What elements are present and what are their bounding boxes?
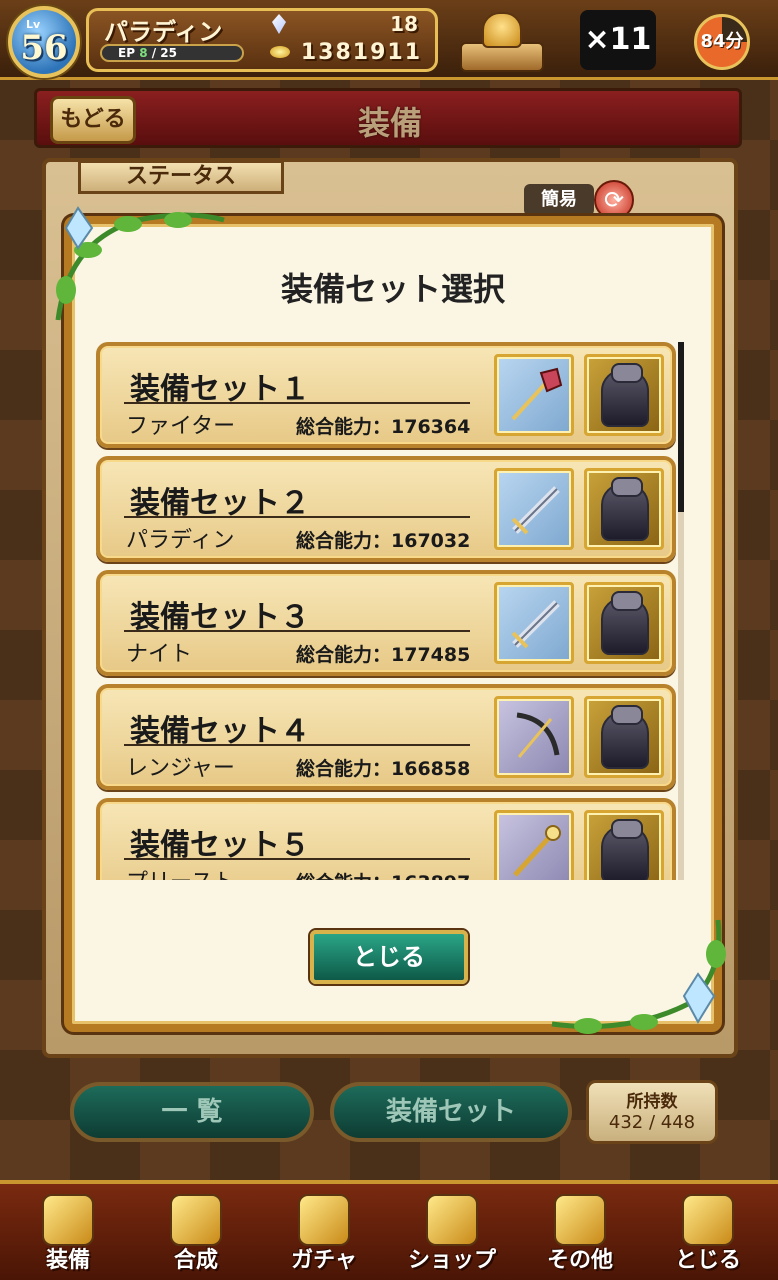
scroll-thumb[interactable] bbox=[678, 342, 684, 512]
power-value: 176364 bbox=[391, 416, 471, 438]
set-row[interactable]: 装備セット４ レンジャー 総合能力：166858 bbox=[96, 684, 676, 790]
divider bbox=[124, 630, 470, 632]
equipment-set-list[interactable]: 装備セット１ ファイター 総合能力：176364 装備セット２ パラディン 総合… bbox=[96, 338, 680, 880]
owned-count-box: 所持数 432 / 448 bbox=[586, 1080, 718, 1144]
gear-icon bbox=[554, 1194, 606, 1246]
set-job: パラディン bbox=[126, 528, 235, 553]
nav-label: その他 bbox=[546, 1248, 613, 1273]
nav-item-close[interactable]: とじる bbox=[648, 1190, 768, 1278]
ep-current: 8 bbox=[139, 46, 148, 60]
equipment-set-button[interactable]: 装備セット bbox=[330, 1082, 572, 1142]
nav-item-synthesis[interactable]: 合成 bbox=[136, 1190, 256, 1278]
nav-item-other[interactable]: その他 bbox=[520, 1190, 640, 1278]
armor-slot[interactable] bbox=[584, 354, 664, 436]
armor-icon bbox=[601, 477, 649, 541]
sword-icon bbox=[511, 600, 560, 649]
coin-icon bbox=[270, 46, 290, 58]
set-job: ナイト bbox=[126, 642, 193, 667]
set-job: ファイター bbox=[126, 414, 236, 439]
power-prefix: 総合能力： bbox=[296, 530, 392, 552]
weapon-slot[interactable] bbox=[494, 810, 574, 880]
divider bbox=[124, 402, 470, 404]
staff-icon bbox=[513, 825, 561, 877]
owned-value: 432 / 448 bbox=[608, 1112, 696, 1133]
gacha-icon bbox=[298, 1194, 350, 1246]
simple-toggle-button[interactable]: 簡易 bbox=[524, 184, 594, 216]
nav-item-shop[interactable]: ショップ bbox=[392, 1190, 512, 1278]
sword-icon bbox=[511, 486, 560, 535]
divider bbox=[124, 858, 470, 860]
crystal-icon bbox=[426, 1194, 478, 1246]
set-power: 総合能力：176364 bbox=[296, 412, 470, 439]
power-prefix: 総合能力： bbox=[296, 644, 392, 666]
power-value: 167032 bbox=[391, 530, 471, 552]
page-title: 装備 bbox=[357, 104, 422, 142]
bow-icon bbox=[516, 712, 560, 758]
power-prefix: 総合能力： bbox=[296, 872, 391, 880]
ep-bar: EP 8 / 25 bbox=[100, 44, 244, 62]
divider bbox=[124, 744, 470, 746]
set-row[interactable]: 装備セット５ プリースト 総合能力：163897 bbox=[96, 798, 676, 880]
vine-decoration bbox=[55, 206, 225, 321]
ep-max: / 25 bbox=[151, 46, 177, 60]
owned-label: 所持数 bbox=[626, 1092, 678, 1112]
equip-icon bbox=[42, 1194, 94, 1246]
people-icon bbox=[482, 12, 522, 48]
nav-label: 合成 bbox=[173, 1248, 218, 1273]
nav-item-equip[interactable]: 装備 bbox=[8, 1190, 128, 1278]
weapon-slot[interactable] bbox=[494, 468, 574, 550]
power-prefix: 総合能力： bbox=[296, 758, 392, 780]
weapon-slot[interactable] bbox=[494, 582, 574, 664]
weapon-slot[interactable] bbox=[494, 354, 574, 436]
nav-label: ガチャ bbox=[291, 1248, 357, 1273]
ep-label: EP bbox=[118, 46, 135, 60]
armor-icon bbox=[601, 819, 649, 880]
level-badge: Lv 56 bbox=[8, 6, 80, 78]
set-power: 総合能力：177485 bbox=[296, 640, 470, 667]
vine-decoration bbox=[551, 919, 726, 1034]
nav-label: とじる bbox=[674, 1248, 741, 1273]
nav-label: 装備 bbox=[45, 1248, 90, 1273]
power-value: 163897 bbox=[391, 872, 470, 880]
set-power: 総合能力：163897 bbox=[296, 868, 470, 880]
gold-count: 1381911 bbox=[300, 40, 422, 65]
power-value: 177485 bbox=[391, 644, 471, 666]
list-scrollbar[interactable] bbox=[678, 342, 684, 880]
refresh-icon[interactable]: ⟳ bbox=[594, 180, 634, 220]
armor-icon bbox=[601, 705, 649, 769]
friends-book-button[interactable] bbox=[460, 6, 544, 74]
player-name: パラディン bbox=[104, 18, 223, 46]
ticket-count[interactable]: ×11 bbox=[580, 10, 656, 70]
armor-slot[interactable] bbox=[584, 696, 664, 778]
status-tab[interactable]: ステータス bbox=[78, 160, 284, 194]
set-row[interactable]: 装備セット２ パラディン 総合能力：167032 bbox=[96, 456, 676, 562]
weapon-slot[interactable] bbox=[494, 696, 574, 778]
power-prefix: 総合能力： bbox=[296, 416, 392, 438]
set-row[interactable]: 装備セット１ ファイター 総合能力：176364 bbox=[96, 342, 676, 448]
armor-slot[interactable] bbox=[584, 468, 664, 550]
hammer-icon bbox=[170, 1194, 222, 1246]
nav-label: ショップ bbox=[407, 1248, 496, 1273]
armor-icon bbox=[601, 591, 649, 655]
armor-slot[interactable] bbox=[584, 582, 664, 664]
set-power: 総合能力：167032 bbox=[296, 526, 470, 553]
armor-icon bbox=[601, 363, 649, 427]
back-button[interactable]: もどる bbox=[50, 96, 136, 144]
set-job: プリースト bbox=[126, 864, 235, 880]
set-row[interactable]: 装備セット３ ナイト 総合能力：177485 bbox=[96, 570, 676, 676]
set-power: 総合能力：166858 bbox=[296, 754, 470, 781]
axe-icon bbox=[511, 367, 563, 421]
close-button[interactable]: とじる bbox=[310, 930, 468, 984]
level-value: 56 bbox=[20, 28, 68, 68]
set-job: レンジャー bbox=[126, 756, 235, 781]
list-button[interactable]: 一 覧 bbox=[70, 1082, 314, 1142]
gem-count: 18 bbox=[390, 12, 418, 36]
armor-slot[interactable] bbox=[584, 810, 664, 880]
power-value: 166858 bbox=[391, 758, 471, 780]
close-icon bbox=[682, 1194, 734, 1246]
stamina-timer: 84分 bbox=[694, 14, 750, 70]
divider bbox=[124, 516, 470, 518]
nav-item-gacha[interactable]: ガチャ bbox=[264, 1190, 384, 1278]
